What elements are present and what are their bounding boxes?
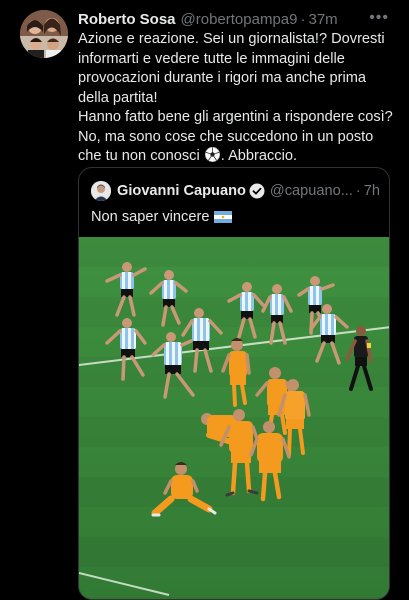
author-handle[interactable]: @robertopampa9 — [181, 11, 298, 28]
quoted-tweet-photo[interactable] — [79, 237, 389, 599]
quoted-author-avatar[interactable] — [91, 181, 111, 201]
soccer-ball-icon — [204, 147, 220, 162]
quoted-tweet-text: Non saper vincere — [91, 209, 233, 225]
quoted-tweet[interactable]: Giovanni Capuano @capuano... · 7h Non sa… — [78, 167, 390, 600]
tweet-paragraph-2-tail: . Abbraccio. — [220, 148, 298, 164]
author-name[interactable]: Roberto Sosa — [78, 11, 176, 28]
quoted-tweet-text-content: Non saper vincere — [91, 209, 210, 225]
separator-dot: · — [300, 10, 306, 28]
tweet-paragraph-2: Hanno fatto bene gli argentini a rispond… — [78, 108, 396, 167]
tweet-timestamp[interactable]: 37m — [308, 11, 337, 28]
quoted-tweet-header: Giovanni Capuano @capuano... · 7h — [91, 180, 380, 202]
verified-badge-icon — [249, 183, 265, 199]
tweet[interactable]: Roberto Sosa @robertopampa9 · 37m ••• Az… — [0, 0, 409, 600]
quoted-separator-dot: · — [355, 183, 361, 199]
author-avatar[interactable] — [20, 10, 68, 58]
argentina-flag-icon — [214, 211, 233, 223]
quoted-author-name[interactable]: Giovanni Capuano — [117, 183, 246, 199]
tweet-header: Roberto Sosa @robertopampa9 · 37m ••• — [78, 9, 389, 29]
tweet-text: Azione e reazione. Sei un giornalista!? … — [78, 30, 396, 167]
tweet-paragraph-1: Azione e reazione. Sei un giornalista!? … — [78, 31, 385, 106]
more-options-icon[interactable]: ••• — [369, 9, 389, 27]
quoted-author-handle[interactable]: @capuano... — [270, 183, 353, 199]
quoted-tweet-timestamp[interactable]: 7h — [364, 183, 380, 199]
